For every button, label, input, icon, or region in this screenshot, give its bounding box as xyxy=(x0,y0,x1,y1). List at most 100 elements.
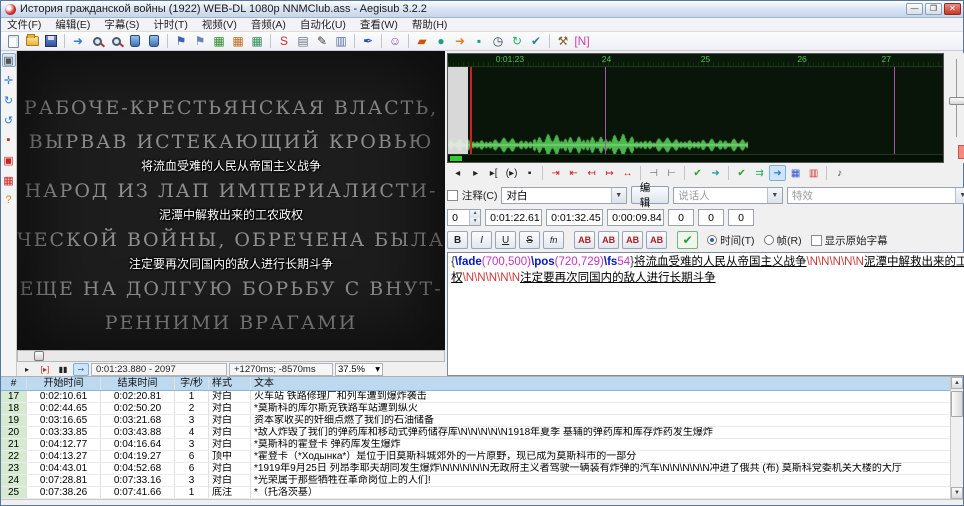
scroll-slider-handle[interactable] xyxy=(949,97,964,105)
video-display[interactable]: РАБОЧЕ-КРЕСТЬЯНСКАЯ ВЛАСТЬ,ВЫРВАВ ИСТЕКА… xyxy=(17,51,445,350)
search-replace-icon[interactable] xyxy=(107,33,125,49)
stepper-down-icon[interactable]: ▼ xyxy=(470,218,480,226)
select-lines-flag-icon[interactable]: ⚑ xyxy=(172,33,190,49)
audio-scroll-track[interactable] xyxy=(448,154,943,162)
vertical-link-button[interactable]: ⌣ xyxy=(958,145,964,159)
tag-flag-icon[interactable]: ⚑ xyxy=(191,33,209,49)
keyframe-marker[interactable] xyxy=(894,67,895,154)
primary-color-button[interactable]: AB xyxy=(574,231,595,249)
effect-select[interactable]: 特效▼ xyxy=(787,187,964,204)
automation-brush-icon[interactable]: ✒ xyxy=(359,33,377,49)
styles-grid-icon[interactable]: ▦ xyxy=(210,33,228,49)
edit-style-button[interactable]: 编辑 xyxy=(631,186,670,204)
play-after-start-icon[interactable]: ⇤ xyxy=(565,165,582,181)
attachments-grid-icon[interactable]: ▦ xyxy=(229,33,247,49)
save-subtitles-icon[interactable] xyxy=(42,33,60,49)
rotate-xy-icon[interactable]: ↺ xyxy=(2,113,16,127)
audio-prev-icon[interactable]: ◂ xyxy=(449,165,466,181)
styling-assistant-face-icon[interactable]: ☺ xyxy=(386,33,404,49)
translation-assistant-icon[interactable]: ▰ xyxy=(413,33,431,49)
subtitle-row[interactable]: 210:04:12.770:04:16.643对白*莫斯科的霍登卡 弹药库发生爆… xyxy=(1,439,950,451)
lead-in-icon[interactable]: ⊣ xyxy=(645,165,662,181)
new-line-n-icon[interactable]: [N] xyxy=(573,33,591,49)
menu-计时[interactable]: 计时(T) xyxy=(153,17,187,32)
subtitle-row[interactable]: 170:02:10.610:02:20.811对白火车站 铁路修理厂和列车遭到爆… xyxy=(1,391,950,403)
go-to-selection-icon[interactable]: ➜ xyxy=(707,165,724,181)
minimize-button[interactable]: — xyxy=(906,3,923,15)
play-500ms-icon[interactable]: ↔ xyxy=(619,165,636,181)
commit-check-icon[interactable]: ✔ xyxy=(689,165,706,181)
play-after-end-icon[interactable]: ↦ xyxy=(601,165,618,181)
video-pause-button[interactable]: ▮▮ xyxy=(55,363,71,376)
shadow-color-button[interactable]: AB xyxy=(646,231,667,249)
clip-rect-icon[interactable]: ▣ xyxy=(2,153,16,167)
margin-vertical-field[interactable]: 0 xyxy=(728,209,754,226)
spectrum-mode-icon[interactable]: ▦ xyxy=(787,165,804,181)
attach-audio-icon[interactable] xyxy=(126,33,144,49)
edit-pencil-icon[interactable]: ✎ xyxy=(313,33,331,49)
subtitle-row[interactable]: 250:07:38.260:07:41.661底注*（托洛茨基） xyxy=(1,487,950,499)
help-icon[interactable]: ? xyxy=(2,193,16,207)
scroll-slider[interactable] xyxy=(956,59,957,137)
keyframe-marker[interactable] xyxy=(605,67,606,154)
actor-select[interactable]: 说话人▼ xyxy=(673,187,783,204)
video-play-line-button[interactable]: [▸] xyxy=(37,363,53,376)
scroll-down-icon[interactable]: ▼ xyxy=(951,487,963,499)
underline-button[interactable]: U xyxy=(495,231,516,249)
properties-icon[interactable]: ▤ xyxy=(294,33,312,49)
outline-color-button[interactable]: AB xyxy=(622,231,643,249)
auto-next-icon[interactable]: ⇉ xyxy=(751,165,768,181)
audio-scroll-thumb[interactable] xyxy=(450,156,462,161)
audio-play-line-icon[interactable]: (▸) xyxy=(503,165,520,181)
video-zoom-select[interactable]: 37.5% ▾ xyxy=(335,363,383,376)
auto-commit-icon[interactable]: ✔ xyxy=(733,165,750,181)
paste-over-icon[interactable]: ▥ xyxy=(332,33,350,49)
layer-stepper[interactable]: 0 ▲▼ xyxy=(447,209,481,226)
rotate-z-icon[interactable]: ↻ xyxy=(2,93,16,107)
italic-button[interactable]: I xyxy=(471,231,492,249)
frame-mode-radio[interactable] xyxy=(764,235,774,245)
lead-out-icon[interactable]: ⊢ xyxy=(663,165,680,181)
menu-帮助[interactable]: 帮助(H) xyxy=(412,17,448,32)
menu-文件[interactable]: 文件(F) xyxy=(7,17,41,32)
resample-dot-icon[interactable]: ● xyxy=(432,33,450,49)
snap-square-icon[interactable]: ▪ xyxy=(470,33,488,49)
video-seek-bar[interactable] xyxy=(17,350,445,362)
subtitle-text-editor[interactable]: {\fade(700,500)\pos(720,729)\fs54}将流血受难的… xyxy=(447,252,964,376)
new-subtitles-icon[interactable] xyxy=(4,33,22,49)
font-button[interactable]: fn xyxy=(543,231,564,249)
subtitle-row[interactable]: 190:03:16.650:03:21.683对白资本家收买的奸细点燃了我们的石… xyxy=(1,415,950,427)
secondary-color-button[interactable]: AB xyxy=(598,231,619,249)
subtitle-row[interactable]: 230:04:43.010:04:52.686对白*1919年9月25日 列昂季… xyxy=(1,463,950,475)
stepper-up-icon[interactable]: ▲ xyxy=(470,210,480,218)
spellcheck-icon[interactable]: ✔ xyxy=(527,33,545,49)
video-seek-handle[interactable] xyxy=(34,351,44,361)
auto-scroll-icon[interactable]: ➜ xyxy=(769,165,786,181)
subtitle-row[interactable]: 220:04:13.270:04:19.276顶中*霍登卡（*Ходынка*）… xyxy=(1,451,950,463)
audio-waveform-display[interactable]: 0:01:2324252627 xyxy=(447,53,944,163)
maximize-button[interactable]: ❐ xyxy=(925,3,942,15)
video-auto-seek-button[interactable]: ➙ xyxy=(73,363,89,376)
karaoke-mode-icon[interactable]: ♪ xyxy=(831,165,848,181)
comment-checkbox[interactable] xyxy=(447,190,458,201)
fonts-grid-icon[interactable]: ▦ xyxy=(248,33,266,49)
open-subtitles-icon[interactable] xyxy=(23,33,41,49)
menu-音频[interactable]: 音频(A) xyxy=(251,17,286,32)
shift-times-arrow-icon[interactable]: ➜ xyxy=(451,33,469,49)
time-mode-radio[interactable] xyxy=(707,235,717,245)
margin-left-field[interactable]: 0 xyxy=(668,209,694,226)
end-time-field[interactable]: 0:01:32.45 xyxy=(546,209,603,226)
vector-clip-icon[interactable]: ▦ xyxy=(2,173,16,187)
grid-scroll-thumb[interactable] xyxy=(951,391,963,417)
standard-mode-icon[interactable]: ▣ xyxy=(2,53,16,67)
search-icon[interactable] xyxy=(88,33,106,49)
menu-视频[interactable]: 视频(V) xyxy=(202,17,237,32)
subtitle-row[interactable]: 180:02:44.650:02:50.202对白*莫斯科的库尔斯克铁路车站遭到… xyxy=(1,403,950,415)
waveform[interactable] xyxy=(448,67,748,163)
audio-stop-icon[interactable]: ▪ xyxy=(521,165,538,181)
menu-编辑[interactable]: 编辑(E) xyxy=(55,17,90,32)
menu-查看[interactable]: 查看(W) xyxy=(360,17,398,32)
styles-manager-icon[interactable]: S xyxy=(275,33,293,49)
video-play-button[interactable]: ▸ xyxy=(19,363,35,376)
grid-scrollbar[interactable]: ▲ ▼ xyxy=(950,377,963,499)
